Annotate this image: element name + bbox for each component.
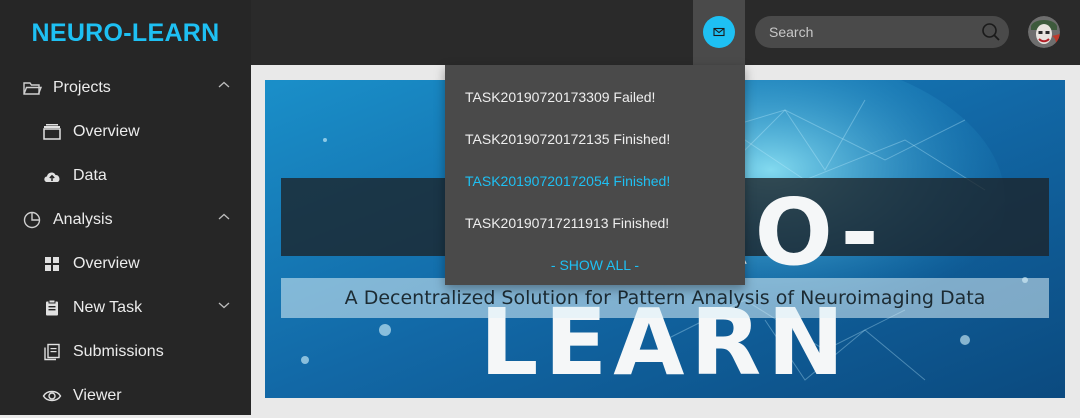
eye-icon xyxy=(42,390,62,402)
notification-item[interactable]: TASK20190720172135 Finished! xyxy=(465,131,670,147)
cloud-upload-icon xyxy=(44,172,60,182)
sidebar-group-analysis[interactable]: Analysis xyxy=(0,198,251,242)
sidebar-item-label: Data xyxy=(73,167,107,184)
sidebar-item-data[interactable]: Data xyxy=(0,154,251,198)
sidebar-group-projects[interactable]: Projects xyxy=(0,66,251,110)
sidebar-item-analysis-overview[interactable]: Overview xyxy=(0,242,251,286)
archive-icon xyxy=(43,124,61,140)
sidebar-item-label: Overview xyxy=(73,123,140,140)
sidebar-group-label: Analysis xyxy=(53,211,113,228)
grid-icon xyxy=(45,257,59,271)
notification-item-active[interactable]: TASK20190720172054 Finished! xyxy=(465,173,670,189)
sidebar-item-label: Overview xyxy=(73,255,140,272)
chevron-up-icon[interactable] xyxy=(217,78,231,92)
notifications-tab[interactable] xyxy=(693,0,745,65)
chevron-up-icon[interactable] xyxy=(217,210,231,224)
sidebar-group-label: Projects xyxy=(53,79,111,96)
search-box xyxy=(755,16,1009,48)
sidebar-item-submissions[interactable]: Submissions xyxy=(0,330,251,374)
sidebar-item-new-task[interactable]: New Task xyxy=(0,286,251,330)
pie-chart-icon xyxy=(23,211,41,229)
search-icon[interactable] xyxy=(981,22,1001,42)
brand-logo[interactable]: NEURO-LEARN xyxy=(0,0,251,66)
notifications-dropdown: TASK20190720173309 Failed! TASK201907201… xyxy=(445,65,745,285)
sidebar-item-label: New Task xyxy=(73,299,143,316)
folder-open-icon xyxy=(23,82,42,95)
top-bar xyxy=(251,0,1080,65)
notification-item[interactable]: TASK20190717211913 Finished! xyxy=(465,215,669,231)
show-all-link[interactable]: - SHOW ALL - xyxy=(445,257,745,273)
mail-button[interactable] xyxy=(703,16,735,48)
chevron-down-icon[interactable] xyxy=(217,298,231,312)
user-avatar[interactable] xyxy=(1028,16,1060,48)
avatar-image xyxy=(1028,16,1060,48)
clipboard-icon xyxy=(46,299,58,316)
sidebar: NEURO-LEARN Projects Overview Data Analy… xyxy=(0,0,251,415)
search-input[interactable] xyxy=(755,16,975,48)
mail-icon xyxy=(713,27,725,37)
documents-icon xyxy=(44,343,60,361)
sidebar-item-viewer[interactable]: Viewer xyxy=(0,374,251,418)
sidebar-item-label: Viewer xyxy=(73,387,122,404)
sidebar-item-label: Submissions xyxy=(73,343,164,360)
notification-item[interactable]: TASK20190720173309 Failed! xyxy=(465,89,655,105)
sidebar-item-projects-overview[interactable]: Overview xyxy=(0,110,251,154)
